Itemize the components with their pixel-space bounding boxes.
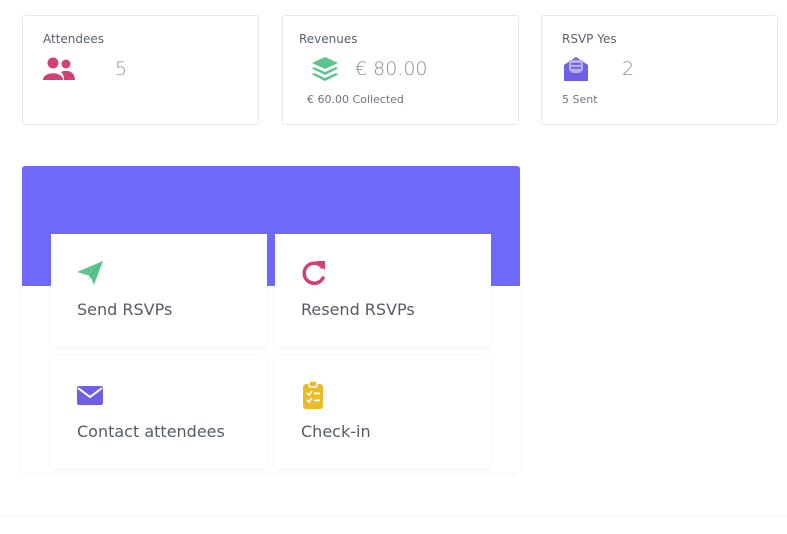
envelope-icon [75, 380, 105, 410]
send-rsvps-button[interactable]: Send RSVPs [51, 234, 267, 346]
redo-icon [299, 258, 329, 288]
revenues-label: Revenues [299, 32, 358, 46]
revenues-value: € 80.00 [355, 58, 428, 80]
paper-plane-icon [75, 258, 105, 288]
contact-attendees-button[interactable]: Contact attendees [51, 356, 267, 468]
attendees-label: Attendees [43, 32, 105, 46]
revenues-card: Revenues € 80.00 € 60.00 Collected [282, 15, 519, 125]
attendees-card: Attendees 5 [22, 15, 259, 125]
footer-divider [0, 516, 787, 517]
layers-icon [307, 54, 343, 84]
revenues-collected: € 60.00 Collected [307, 93, 404, 106]
rsvp-value: 2 [622, 58, 635, 80]
users-icon [41, 54, 77, 84]
check-in-button[interactable]: Check-in [275, 356, 491, 468]
contact-attendees-label: Contact attendees [77, 422, 225, 441]
rsvp-card: RSVP Yes 2 5 Sent [541, 15, 778, 125]
resend-rsvps-label: Resend RSVPs [301, 300, 415, 319]
rsvp-label: RSVP Yes [562, 32, 617, 46]
rsvp-sent: 5 Sent [562, 93, 598, 106]
resend-rsvps-button[interactable]: Resend RSVPs [275, 234, 491, 346]
send-rsvps-label: Send RSVPs [77, 300, 173, 319]
actions-panel: Send RSVPs Resend RSVPs Contact attendee… [22, 166, 520, 472]
envelope-open-icon [558, 54, 594, 84]
clipboard-check-icon [299, 380, 329, 410]
check-in-label: Check-in [301, 422, 371, 441]
attendees-value: 5 [115, 58, 128, 80]
